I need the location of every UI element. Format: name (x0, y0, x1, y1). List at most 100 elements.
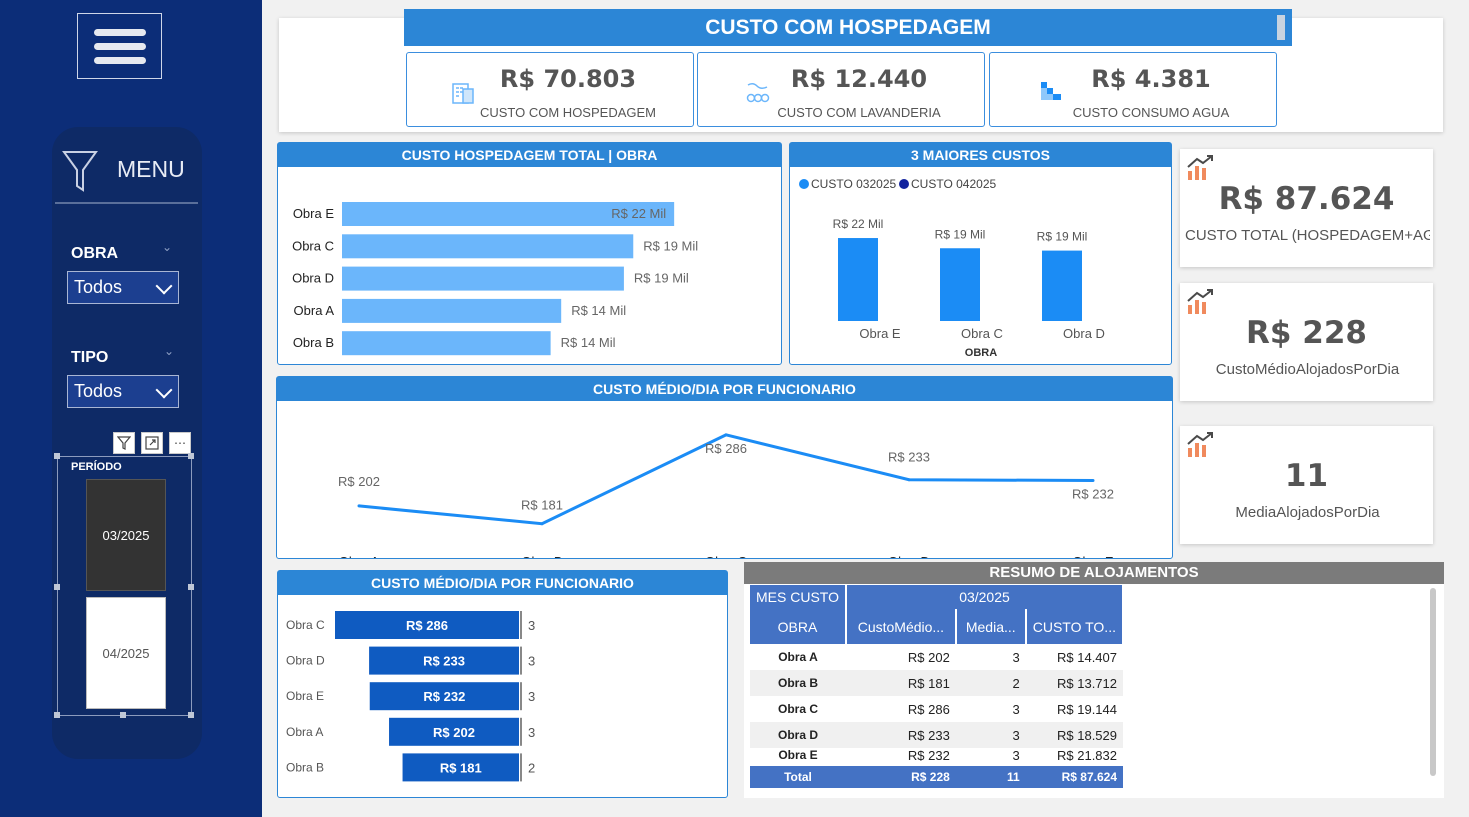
data-label: R$ 22 Mil (611, 206, 666, 221)
resumo-table-wrap: MES CUSTO 03/2025 OBRA CustoMédio... Med… (750, 585, 1124, 795)
legend-label: CUSTO 032025 (811, 177, 896, 191)
bar (1042, 251, 1082, 321)
category-label: Obra B (521, 554, 562, 558)
table-cell: 3 (956, 696, 1026, 722)
secondary-value: 3 (528, 654, 535, 669)
hamburger-bar (94, 29, 146, 36)
resize-handle[interactable] (54, 453, 60, 459)
scrollbar[interactable] (1430, 588, 1436, 776)
secondary-value: 3 (528, 689, 535, 704)
bar (342, 299, 561, 323)
chevron-down-icon (156, 278, 173, 295)
bar (940, 248, 980, 321)
kpi-label: CUSTO TOTAL (HOSPEDAGEM+AG... (1185, 227, 1430, 244)
more-options-icon[interactable]: ⋯ (169, 432, 191, 454)
table-cell: Obra D (750, 722, 846, 748)
funnel-icon (62, 150, 98, 192)
kpi-value: R$ 228 (1180, 315, 1433, 351)
data-label: R$ 19 Mil (1037, 230, 1088, 244)
line-chart: R$ 202Obra AR$ 181Obra BR$ 286Obra CR$ 2… (277, 401, 1172, 558)
resize-handle[interactable] (120, 712, 126, 718)
periodo-option-042025[interactable]: 04/2025 (86, 597, 166, 709)
secondary-value: 2 (528, 760, 535, 775)
table-cell: Obra E (750, 748, 846, 766)
category-label: Obra A (339, 554, 380, 558)
chart-card-hospedagem-obra: CUSTO HOSPEDAGEM TOTAL | OBRA Obra ER$ 2… (277, 142, 782, 365)
kpi-label: CUSTO CONSUMO AGUA (990, 105, 1312, 120)
bar (342, 267, 624, 291)
category-label: Obra D (1063, 326, 1105, 341)
category-label: Obra C (705, 554, 747, 558)
filter-icon[interactable] (113, 432, 135, 454)
table-row: Obra A R$ 202 3 R$ 14.407 (750, 644, 1123, 670)
hbar-chart: Obra ER$ 22 MilObra CR$ 19 MilObra DR$ 1… (278, 167, 781, 364)
data-point (541, 522, 544, 525)
bar-divider (520, 682, 522, 710)
page-title: CUSTO COM HOSPEDAGEM (404, 9, 1292, 46)
chart-title: 3 MAIORES CUSTOS (790, 143, 1171, 167)
resize-handle[interactable] (188, 712, 194, 718)
resize-handle[interactable] (188, 453, 194, 459)
column-header[interactable]: OBRA (750, 609, 846, 644)
legend-label: CUSTO 042025 (911, 177, 996, 191)
bar (838, 238, 878, 321)
column-header[interactable]: Media... (956, 609, 1026, 644)
obra-dropdown[interactable]: Todos (67, 271, 179, 304)
table-cell: R$ 181 (846, 670, 956, 696)
obra-dropdown-value: Todos (74, 277, 122, 297)
kpi-value: R$ 87.624 (1180, 181, 1433, 217)
total-row: Total R$ 228 11 R$ 87.624 (750, 766, 1123, 788)
category-label: Obra A (286, 725, 323, 739)
hamburger-menu-button[interactable] (77, 13, 162, 79)
table-cell: R$ 286 (846, 696, 956, 722)
table-cell: R$ 19.144 (1026, 696, 1123, 722)
total-cell: R$ 87.624 (1026, 766, 1123, 788)
axis-title: OBRA (965, 347, 997, 359)
bar-divider (520, 718, 522, 746)
resize-handle[interactable] (54, 584, 60, 590)
category-label: Obra D (292, 271, 334, 286)
periodo-option-032025[interactable]: 03/2025 (86, 479, 166, 591)
bar-divider (520, 753, 522, 781)
bar (342, 331, 551, 355)
kpi-card-agua: R$ 4.381 CUSTO CONSUMO AGUA (989, 52, 1277, 127)
tipo-dropdown[interactable]: Todos (67, 375, 179, 408)
category-label: Obra C (286, 618, 325, 632)
data-point (908, 478, 911, 481)
data-label: R$ 286 (705, 441, 747, 456)
data-label: R$ 14 Mil (561, 335, 616, 350)
data-label: R$ 22 Mil (833, 217, 884, 231)
side-kpi-custo-medio: R$ 228 CustoMédioAlojadosPorDia (1180, 283, 1433, 401)
resize-handle[interactable] (188, 584, 194, 590)
kpi-label: CUSTO COM LAVANDERIA (698, 105, 1020, 120)
data-point (358, 504, 361, 507)
table-row: Obra D R$ 233 3 R$ 18.529 (750, 722, 1123, 748)
data-label: R$ 19 Mil (634, 271, 689, 286)
hamburger-bar (94, 57, 146, 64)
chevron-down-icon (156, 382, 173, 399)
chart-card-top3: 3 MAIORES CUSTOS CUSTO 032025 CUSTO 04202… (789, 142, 1172, 365)
hamburger-bar (94, 43, 146, 50)
column-header[interactable]: CustoMédio... (846, 609, 956, 644)
table-cell: 3 (956, 748, 1026, 766)
tipo-dropdown-value: Todos (74, 381, 122, 401)
chart-card-line: CUSTO MÉDIO/DIA POR FUNCIONARIO R$ 202Ob… (276, 376, 1173, 559)
category-label: Obra B (293, 335, 334, 350)
menu-label: MENU (117, 156, 185, 183)
chart-title: CUSTO MÉDIO/DIA POR FUNCIONARIO (277, 377, 1172, 401)
column-header[interactable]: CUSTO TO... (1026, 609, 1123, 644)
data-label: R$ 232 (423, 689, 465, 704)
chevron-down-icon[interactable]: ⌄ (162, 240, 172, 254)
category-label: Obra E (286, 689, 324, 703)
scrollbar[interactable] (1277, 15, 1285, 40)
kpi-card-lavanderia: R$ 12.440 CUSTO COM LAVANDERIA (697, 52, 985, 127)
growth-chart-icon (1185, 153, 1215, 183)
kpi-value: R$ 12.440 (698, 65, 1020, 93)
chevron-down-icon[interactable]: ⌄ (164, 344, 174, 358)
chart-card-funnel: CUSTO MÉDIO/DIA POR FUNCIONARIO Obra CR$… (277, 570, 728, 798)
resize-handle[interactable] (54, 712, 60, 718)
data-point (1092, 479, 1095, 482)
chart-title: CUSTO HOSPEDAGEM TOTAL | OBRA (278, 143, 781, 167)
focus-mode-icon[interactable] (141, 432, 163, 454)
data-label: R$ 19 Mil (935, 227, 986, 241)
